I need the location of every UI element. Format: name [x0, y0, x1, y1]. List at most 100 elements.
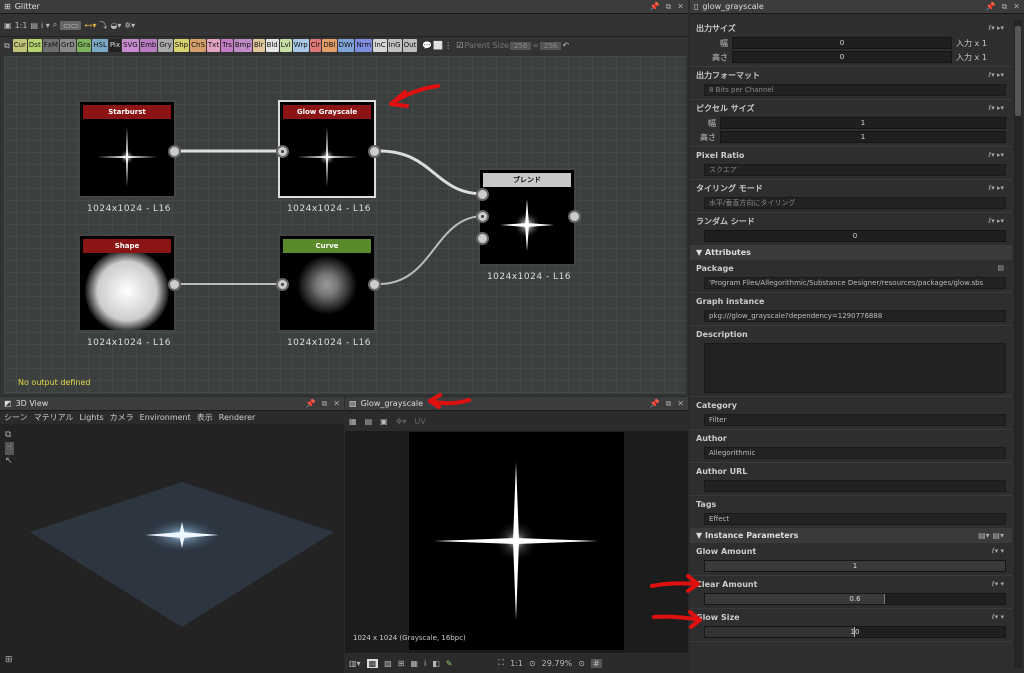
open-file-icon[interactable]: ▤: [997, 264, 1004, 272]
link-icon[interactable]: ⊷▾: [84, 21, 96, 30]
library-filter-fxm[interactable]: FxM: [42, 39, 59, 52]
library-filter-clr[interactable]: Clr: [309, 39, 322, 52]
library-filter-dst[interactable]: Dst: [27, 39, 42, 52]
publish-icon[interactable]: ◒▾: [110, 21, 121, 30]
close-icon[interactable]: ✕: [677, 2, 684, 12]
zoom-ratio-button[interactable]: 1:1: [15, 21, 28, 30]
tiling-dropdown[interactable]: 水平/垂直方向にタイリング: [704, 197, 1006, 209]
pencil-icon[interactable]: ✎: [446, 659, 453, 668]
tags-field[interactable]: Effect: [704, 513, 1006, 525]
param-options-icon[interactable]: ℓ▾ ▾: [992, 580, 1004, 588]
input-port-3[interactable]: [476, 232, 489, 245]
float-icon[interactable]: ⧉: [1002, 2, 1008, 12]
pixel-height-slider[interactable]: 1: [720, 131, 1006, 143]
comment-icon[interactable]: 💬: [422, 41, 432, 50]
param-options-icon[interactable]: ℓ▾ ▸▾: [988, 217, 1004, 225]
input-port-1[interactable]: [476, 188, 489, 201]
search-icon[interactable]: ⌕: [53, 20, 57, 30]
library-filter-cur[interactable]: Cur: [12, 39, 27, 52]
param-options-icon[interactable]: ℓ▾ ▾: [992, 613, 1004, 621]
pixel-width-slider[interactable]: 1: [720, 117, 1006, 129]
menu-item[interactable]: マテリアル: [34, 412, 74, 423]
input-port-2[interactable]: [476, 210, 489, 223]
info-icon[interactable]: ⅰ: [424, 659, 426, 668]
tiles-icon[interactable]: ▦: [410, 659, 418, 668]
preset-icon[interactable]: ▤▾ ▤▾: [978, 529, 1004, 543]
library-filter-ing[interactable]: InG: [387, 39, 402, 52]
glow-amount-slider[interactable]: 1: [704, 560, 1006, 572]
library-toggle-icon[interactable]: ⧉: [4, 41, 10, 51]
parent-size-width[interactable]: 256: [509, 41, 532, 50]
output-format-dropdown[interactable]: 8 Bits per Channel: [704, 84, 1006, 96]
param-options-icon[interactable]: ℓ▾ ▸▾: [988, 184, 1004, 192]
library-filter-grd[interactable]: GrD: [59, 39, 76, 52]
library-filter-pix[interactable]: Pix: [108, 39, 121, 52]
param-options-icon[interactable]: ℓ▾ ▸▾: [988, 24, 1004, 32]
library-filter-blr[interactable]: Blr: [252, 39, 265, 52]
float-icon[interactable]: ⧉: [322, 399, 328, 409]
menu-item[interactable]: Lights: [80, 413, 104, 422]
align-icon[interactable]: ▭▭: [60, 20, 82, 30]
node-shape[interactable]: Shape 1024x1024 - L16: [78, 234, 176, 348]
node-glow-grayscale[interactable]: Glow Grayscale 1024x1024 - L16: [278, 100, 376, 214]
library-filter-shp[interactable]: Shp: [173, 39, 190, 52]
expand-icon[interactable]: ⊞: [5, 655, 13, 665]
library-filter-gra[interactable]: Gra: [76, 39, 92, 52]
channels-icon[interactable]: ▥▾: [349, 659, 361, 668]
library-filter-bmp[interactable]: Bmp: [233, 39, 252, 52]
zoom-in-icon[interactable]: ⊙: [578, 659, 585, 668]
category-field[interactable]: Filter: [704, 414, 1006, 426]
attributes-header[interactable]: ▼ Attributes: [690, 246, 1012, 260]
author-field[interactable]: Allegorithmic: [704, 447, 1006, 459]
input-port[interactable]: [276, 278, 289, 291]
param-options-icon[interactable]: ℓ▾ ▸▾: [988, 71, 1004, 79]
anchor-icon[interactable]: ⤵: [99, 20, 107, 31]
menu-item[interactable]: 表示: [197, 412, 213, 423]
description-textarea[interactable]: [704, 343, 1006, 393]
frame-icon[interactable]: ▣: [4, 21, 12, 30]
library-filter-inc[interactable]: InC: [373, 39, 387, 52]
pin-icon[interactable]: 📌: [650, 2, 660, 12]
props-scrollbar[interactable]: [1014, 20, 1022, 668]
zoom-out-icon[interactable]: ⊙: [529, 659, 536, 668]
image-icon[interactable]: ▤: [30, 21, 38, 30]
dots-icon[interactable]: ⋮: [444, 41, 452, 50]
filter-icon[interactable]: ◧: [432, 659, 440, 668]
output-port[interactable]: [168, 278, 181, 291]
close-icon[interactable]: ✕: [1013, 2, 1020, 12]
gear-icon[interactable]: ✲▾: [124, 21, 135, 30]
library-filter-dwr[interactable]: DWr: [337, 39, 355, 52]
pin-icon[interactable]: 📌: [986, 2, 996, 12]
output-height-slider[interactable]: 0: [732, 51, 952, 63]
save-icon[interactable]: ▦: [349, 417, 357, 426]
library-filter-nrm[interactable]: Nrm: [355, 39, 373, 52]
grid-icon[interactable]: ⊞: [398, 659, 405, 668]
view3d-viewport[interactable]: [0, 427, 344, 673]
zoom-level[interactable]: 29.79%: [542, 659, 573, 668]
library-filter-svg[interactable]: SVG: [122, 39, 139, 52]
param-options-icon[interactable]: ℓ▾ ▾: [992, 547, 1004, 555]
output-port[interactable]: [568, 210, 581, 223]
view-icon[interactable]: ▣: [380, 417, 388, 426]
close-icon[interactable]: ✕: [333, 399, 340, 409]
random-seed-slider[interactable]: 0: [704, 230, 1006, 242]
link-size-icon[interactable]: ∞: [532, 41, 539, 50]
clear-amount-slider[interactable]: 0.6: [704, 593, 1006, 605]
frame-add-icon[interactable]: ⬜: [433, 41, 443, 50]
uv-dropdown[interactable]: UV: [414, 417, 425, 426]
menu-item[interactable]: シーン: [4, 412, 28, 423]
library-filter-txt[interactable]: Txt: [206, 39, 221, 52]
input-port[interactable]: [276, 145, 289, 158]
library-filter-lvl[interactable]: Lvl: [279, 39, 292, 52]
output-width-slider[interactable]: 0: [732, 37, 952, 49]
glow-size-slider[interactable]: 10: [704, 626, 1006, 638]
undo-icon[interactable]: ↶: [562, 41, 569, 50]
checker-icon[interactable]: ▩: [366, 658, 379, 668]
node-curve[interactable]: Curve 1024x1024 - L16: [278, 234, 376, 348]
node-blend[interactable]: ブレンド 1024x1024 - L16: [478, 168, 576, 282]
pixel-ratio-dropdown[interactable]: スクエア: [704, 164, 1006, 176]
color-icon[interactable]: ▧: [384, 659, 392, 668]
close-icon[interactable]: ✕: [677, 399, 684, 409]
fit-icon[interactable]: ⛶: [498, 658, 504, 668]
param-options-icon[interactable]: ℓ▾ ▸▾: [988, 151, 1004, 159]
